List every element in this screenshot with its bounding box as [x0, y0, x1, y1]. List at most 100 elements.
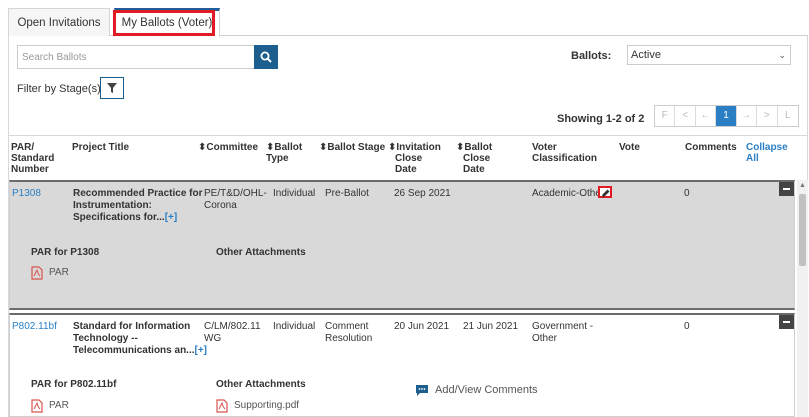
- project-title-line: Standard for Information: [73, 321, 191, 332]
- edit-vote-button[interactable]: [598, 186, 612, 198]
- search-icon: [260, 51, 272, 63]
- ballot-type-cell: Individual: [273, 321, 316, 332]
- col-comments: Comments: [685, 142, 737, 153]
- col-ballot-stage[interactable]: ⬍Ballot Stage: [319, 142, 385, 153]
- col-par-line: PAR/: [11, 142, 35, 153]
- ballot-type-cell: Individual: [273, 188, 316, 199]
- filter-stage-label: Filter by Stage(s): [17, 83, 101, 95]
- comment-icon: [416, 385, 428, 396]
- col-ballot-close-line: ⬍Ballot: [456, 142, 493, 153]
- scroll-thumb[interactable]: [799, 194, 806, 266]
- par-file-name: PAR: [49, 400, 69, 411]
- committee-line: C/LM/802.11: [204, 321, 261, 332]
- project-title-line: Recommended Practice for: [73, 188, 203, 199]
- attachments-section-title: Other Attachments: [216, 379, 306, 390]
- attachments-section-title: Other Attachments: [216, 247, 306, 258]
- pdf-file-icon: [216, 399, 228, 413]
- par-file-link[interactable]: PAR: [31, 399, 91, 414]
- col-project-title: Project Title: [72, 142, 130, 153]
- pencil-icon: [602, 189, 610, 197]
- voter-classification-cell: Academic-Other: [532, 188, 605, 199]
- ballot-stage-cell: Comment Resolution: [325, 321, 372, 345]
- page-prev-button[interactable]: ←: [695, 106, 717, 126]
- project-title-line: Telecommunications an...: [73, 345, 195, 356]
- ballots-select-value: Active: [631, 49, 661, 61]
- pdf-file-icon: [31, 266, 43, 280]
- invitation-close-cell: 20 Jun 2021: [394, 321, 450, 332]
- voter-classification-cell: Government - Other: [532, 321, 593, 345]
- col-voter-line: Voter: [532, 142, 557, 153]
- filter-stage-button[interactable]: [100, 77, 124, 99]
- table-header: PAR/ Standard Number Project Title ⬍Comm…: [8, 135, 808, 179]
- collapse-all-line: All: [746, 153, 759, 164]
- col-ballot-close-line: Close: [463, 153, 491, 164]
- col-committee[interactable]: ⬍Committee: [198, 142, 258, 153]
- tab-open-invitations[interactable]: Open Invitations: [8, 8, 110, 36]
- par-file-name: PAR: [49, 267, 69, 278]
- col-ballot-type-line: Type: [266, 153, 289, 164]
- par-file-link[interactable]: PAR: [31, 266, 91, 281]
- collapse-row-button[interactable]: [779, 182, 794, 196]
- search-button[interactable]: [254, 45, 278, 69]
- attachment-file-link[interactable]: Supporting.pdf: [216, 399, 316, 414]
- expand-title-link[interactable]: [+]: [165, 212, 178, 223]
- col-invitation-line: Date: [395, 164, 417, 175]
- page-1-button[interactable]: 1: [716, 106, 737, 126]
- par-number-link[interactable]: P802.11bf: [12, 321, 57, 333]
- ballot-close-cell: 21 Jun 2021: [463, 321, 519, 332]
- voter-class-line: Government -: [532, 321, 594, 332]
- search-input[interactable]: [17, 45, 254, 69]
- project-title-line: Specifications for...: [73, 212, 165, 223]
- ballot-stage-line: Comment: [325, 321, 369, 332]
- pagination: F < ← 1 → > L: [654, 105, 799, 127]
- tab-my-ballots[interactable]: My Ballots (Voter): [114, 8, 220, 37]
- col-par-line: Number: [11, 164, 49, 175]
- page-prev-group-button[interactable]: <: [675, 106, 696, 126]
- project-title-line: Technology --: [73, 333, 138, 344]
- committee-line: PE/T&D/OHL-: [204, 188, 267, 199]
- page-last-button[interactable]: L: [777, 106, 798, 126]
- scrollbar[interactable]: ▲: [797, 180, 808, 417]
- collapse-row-button[interactable]: [779, 315, 794, 329]
- project-title: Standard for Information Technology -- T…: [73, 321, 207, 357]
- expand-title-link[interactable]: [+]: [195, 345, 208, 356]
- committee-line: WG: [204, 333, 222, 344]
- project-title: Recommended Practice for Instrumentation…: [73, 188, 203, 224]
- collapse-all-link[interactable]: Collapse All: [746, 142, 788, 164]
- committee-cell: PE/T&D/OHL- Corona: [204, 188, 267, 212]
- ballot-stage-cell: Pre-Ballot: [325, 188, 369, 199]
- attachment-file-name: Supporting.pdf: [234, 400, 300, 411]
- voter-class-line: Other: [532, 333, 558, 344]
- scroll-up-arrow-icon[interactable]: ▲: [797, 180, 808, 192]
- search-bar: [17, 45, 278, 69]
- showing-count: Showing 1-2 of 2: [557, 113, 645, 125]
- filter-icon: [107, 83, 117, 93]
- ballot-stage-line: Resolution: [325, 333, 373, 344]
- col-ballot-type-line: ⬍Ballot: [266, 142, 303, 153]
- ballots-select[interactable]: Active ⌄: [627, 45, 791, 65]
- project-title-line: Instrumentation:: [73, 200, 152, 211]
- col-par-number[interactable]: PAR/ Standard Number: [11, 142, 54, 175]
- add-view-comments-label: Add/View Comments: [435, 384, 538, 396]
- col-invitation-close[interactable]: ⬍Invitation Close Date: [388, 142, 441, 175]
- ballots-label: Ballots:: [571, 50, 612, 62]
- page-next-button[interactable]: →: [736, 106, 758, 126]
- col-par-line: Standard: [11, 153, 55, 164]
- col-voter-classification: Voter Classification: [532, 142, 597, 164]
- chevron-down-icon: ⌄: [778, 50, 786, 60]
- comments-count-cell: 0: [684, 321, 690, 332]
- col-invitation-line: Close: [395, 153, 423, 164]
- page-next-group-button[interactable]: >: [757, 106, 778, 126]
- tab-bar: Open Invitations My Ballots (Voter): [8, 8, 808, 37]
- col-ballot-close-line: Date: [463, 164, 485, 175]
- par-section-title: PAR for P802.11bf: [31, 379, 117, 390]
- committee-cell: C/LM/802.11 WG: [204, 321, 261, 345]
- col-ballot-close[interactable]: ⬍Ballot Close Date: [456, 142, 492, 175]
- comments-count-cell: 0: [684, 188, 690, 199]
- invitation-close-cell: 26 Sep 2021: [394, 188, 451, 199]
- col-vote: Vote: [619, 142, 640, 153]
- par-number-link[interactable]: P1308: [12, 188, 41, 200]
- pdf-file-icon: [31, 399, 43, 413]
- page-first-button[interactable]: F: [655, 106, 676, 126]
- col-ballot-type[interactable]: ⬍Ballot Type: [266, 142, 302, 164]
